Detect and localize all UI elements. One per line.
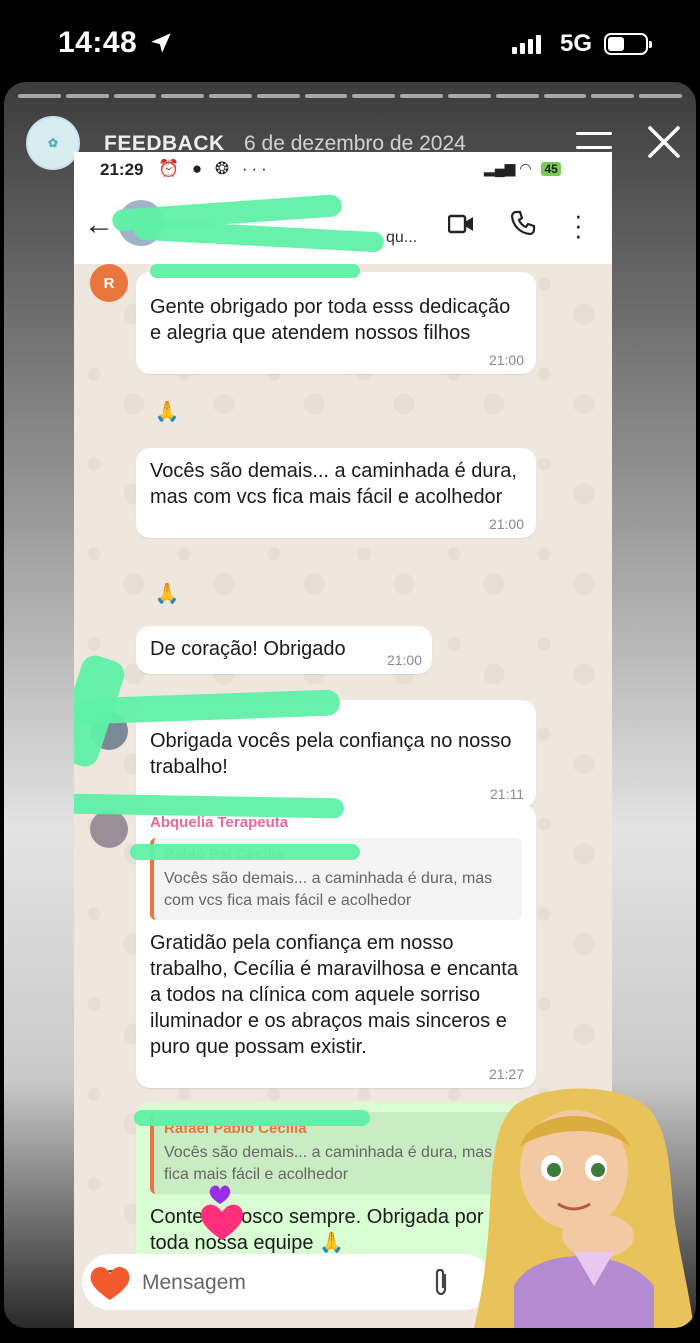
message-text: Gratidão pela confiança em nosso trabalh… xyxy=(150,932,518,1058)
message-time: 21:27 xyxy=(488,1066,524,1082)
message-bubble[interactable]: Gente obrigado por toda esss dedicação e… xyxy=(136,272,536,374)
close-icon[interactable] xyxy=(644,122,684,162)
message-input[interactable]: Mensagem xyxy=(82,1254,496,1310)
message-text: De coração! Obrigado xyxy=(150,638,346,660)
android-status-bar: 21:29 ⏰ ● ❂ ··· ▂▄▆ ◠ 45 xyxy=(74,152,612,186)
cellular-signal-icon xyxy=(512,34,541,54)
network-type: 5G xyxy=(560,30,593,57)
location-arrow-icon xyxy=(151,33,171,53)
android-battery-level: 45 xyxy=(541,162,561,176)
attachment-icon[interactable] xyxy=(430,1267,452,1297)
message-placeholder: Mensagem xyxy=(142,1271,246,1294)
hearts-sticker-icon xyxy=(200,1185,244,1240)
chat-header: ← qu... · · · xyxy=(74,186,612,264)
notification-icons: ⏰ ● ❂ ··· xyxy=(158,159,271,178)
phone-call-icon[interactable] xyxy=(510,210,536,236)
message-time: 21:11 xyxy=(490,786,524,802)
more-options-icon[interactable]: · · · xyxy=(574,202,583,248)
battery-icon xyxy=(604,33,652,55)
message-time: 21:00 xyxy=(386,652,422,668)
redaction-scribble xyxy=(150,264,360,278)
android-signal-battery: ▂▄▆ ◠ 45 xyxy=(484,160,561,177)
sender-avatar[interactable] xyxy=(90,810,128,848)
ios-status-bar: 14:48 5G xyxy=(0,0,700,88)
message-bubble[interactable]: De coração! Obrigado 21:00 xyxy=(136,626,432,674)
message-text: Gente obrigado por toda esss dedicação e… xyxy=(150,296,511,344)
redaction-scribble xyxy=(133,219,385,253)
message-time: 21:00 xyxy=(488,352,524,368)
message-text: Vocês são demais... a caminhada é dura, … xyxy=(150,460,517,508)
phone-screen: 14:48 5G ✿ FEEDBACK 6 de dezembro de 202… xyxy=(0,0,700,1343)
story-menu-icon[interactable] xyxy=(576,132,612,154)
heart-icon[interactable] xyxy=(88,1262,132,1302)
quoted-text: Vocês são demais... a caminhada é dura, … xyxy=(164,870,493,909)
message-bubble[interactable]: Vocês são demais... a caminhada é dura, … xyxy=(136,448,536,538)
rapunzel-sticker xyxy=(474,1088,694,1328)
redaction-scribble xyxy=(130,844,360,860)
story-viewer[interactable]: ✿ FEEDBACK 6 de dezembro de 2024 21:29 ⏰… xyxy=(4,82,696,1328)
message-text: Obrigada vocês pela confiança no nosso t… xyxy=(150,730,512,778)
back-arrow-icon[interactable]: ← xyxy=(84,208,114,242)
chat-subtitle[interactable]: qu... xyxy=(386,229,417,247)
story-account-avatar[interactable]: ✿ xyxy=(26,116,80,170)
message-time: 21:00 xyxy=(488,516,524,532)
video-call-icon[interactable] xyxy=(448,214,474,234)
reaction-emoji[interactable]: 🙏 xyxy=(150,580,184,608)
status-time: 14:48 xyxy=(58,26,138,59)
redaction-scribble xyxy=(134,1110,370,1126)
reaction-emoji[interactable]: 🙏 xyxy=(150,398,184,426)
android-status-time: 21:29 xyxy=(100,160,144,179)
story-progress-bars xyxy=(18,94,682,98)
sender-avatar[interactable]: R xyxy=(90,264,128,302)
